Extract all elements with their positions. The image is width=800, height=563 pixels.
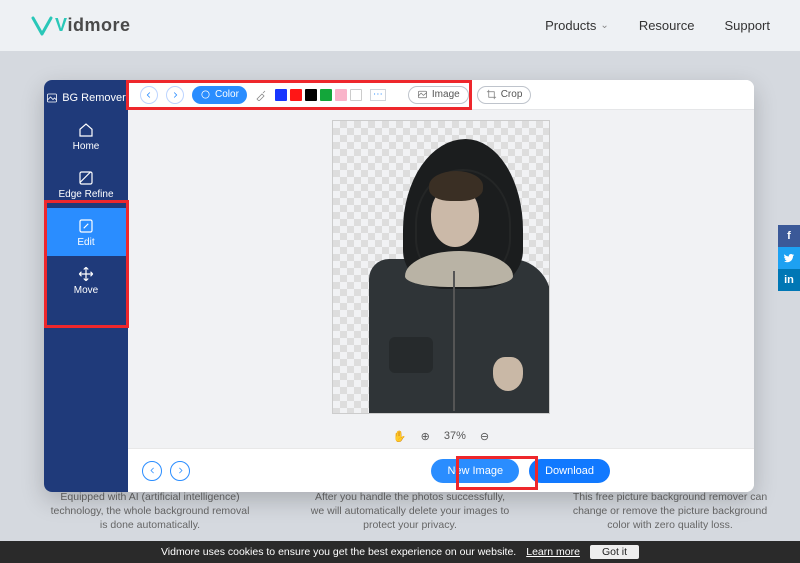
swatch[interactable] xyxy=(305,89,317,101)
prev-button[interactable] xyxy=(142,461,162,481)
sidebar-item-label: Home xyxy=(73,141,100,152)
crop-button[interactable]: Crop xyxy=(477,86,532,104)
blurb-3: This free picture background remover can… xyxy=(570,490,770,533)
panel-sidebar: BG Remover Home Edge Refine Edit Move xyxy=(44,80,128,492)
download-button[interactable]: Download xyxy=(529,459,610,483)
color-pill[interactable]: Color xyxy=(192,86,247,104)
panel-footer: New Image Download xyxy=(128,448,754,492)
sidebar-item-home[interactable]: Home xyxy=(44,112,128,160)
cookie-text: Vidmore uses cookies to ensure you get t… xyxy=(161,546,516,558)
brand-logo[interactable]: Vidmore xyxy=(30,14,131,38)
sidebar-item-label: Edge Refine xyxy=(58,189,113,200)
social-rail: f in xyxy=(778,225,800,291)
result-image[interactable] xyxy=(332,120,550,414)
edit-icon xyxy=(77,217,95,235)
facebook-icon[interactable]: f xyxy=(778,225,800,247)
sidebar-item-edit[interactable]: Edit xyxy=(44,208,128,256)
swatch[interactable] xyxy=(335,89,347,101)
image-icon xyxy=(417,89,428,100)
image-icon xyxy=(46,92,58,104)
home-icon xyxy=(77,121,95,139)
zoom-controls: ✋ ⊕ 37% ⊖ xyxy=(128,424,754,448)
image-bg-button[interactable]: Image xyxy=(408,86,469,104)
zoom-value: 37% xyxy=(444,430,466,442)
cookie-accept-button[interactable]: Got it xyxy=(590,545,639,559)
top-nav: Products⌄ Resource Support xyxy=(545,18,770,33)
sidebar-item-label: Edit xyxy=(77,237,94,248)
brand-name: idmore xyxy=(68,15,131,35)
nav-support[interactable]: Support xyxy=(724,18,770,33)
color-swatches xyxy=(275,89,362,101)
move-icon xyxy=(77,265,95,283)
undo-button[interactable] xyxy=(140,86,158,104)
hand-tool-icon[interactable]: ✋ xyxy=(393,430,407,443)
swatch[interactable] xyxy=(320,89,332,101)
edit-toolbar: Color ⋯ Image Crop xyxy=(128,80,754,110)
chevron-down-icon: ⌄ xyxy=(600,20,608,31)
sidebar-item-edge-refine[interactable]: Edge Refine xyxy=(44,160,128,208)
sidebar-item-move[interactable]: Move xyxy=(44,256,128,304)
cookie-learn-more[interactable]: Learn more xyxy=(526,546,580,558)
blurb-2: After you handle the photos successfully… xyxy=(310,490,510,533)
sidebar-item-label: Move xyxy=(74,285,98,296)
edge-refine-icon xyxy=(77,169,95,187)
twitter-icon[interactable] xyxy=(778,247,800,269)
swatch[interactable] xyxy=(290,89,302,101)
nav-resource[interactable]: Resource xyxy=(639,18,695,33)
panel-main: Color ⋯ Image Crop xyxy=(128,80,754,492)
brand-mark-icon xyxy=(30,14,54,38)
nav-products[interactable]: Products⌄ xyxy=(545,18,609,33)
redo-button[interactable] xyxy=(166,86,184,104)
feature-blurbs: Equipped with AI (artificial intelligenc… xyxy=(50,490,770,533)
swatch[interactable] xyxy=(350,89,362,101)
zoom-in-icon[interactable]: ⊕ xyxy=(421,430,430,443)
bg-remover-panel: BG Remover Home Edge Refine Edit Move Co… xyxy=(44,80,754,492)
panel-title: BG Remover xyxy=(46,84,126,112)
next-button[interactable] xyxy=(170,461,190,481)
crop-icon xyxy=(486,89,497,100)
new-image-button[interactable]: New Image xyxy=(431,459,519,483)
swatch[interactable] xyxy=(275,89,287,101)
palette-icon xyxy=(200,89,211,100)
linkedin-icon[interactable]: in xyxy=(778,269,800,291)
site-header: Vidmore Products⌄ Resource Support xyxy=(0,0,800,52)
pager xyxy=(142,461,190,481)
canvas[interactable] xyxy=(128,110,754,424)
zoom-out-icon[interactable]: ⊖ xyxy=(480,430,489,443)
cookie-bar: Vidmore uses cookies to ensure you get t… xyxy=(0,541,800,563)
more-colors-button[interactable]: ⋯ xyxy=(370,89,386,101)
eyedropper-icon[interactable] xyxy=(255,89,267,101)
blurb-1: Equipped with AI (artificial intelligenc… xyxy=(50,490,250,533)
